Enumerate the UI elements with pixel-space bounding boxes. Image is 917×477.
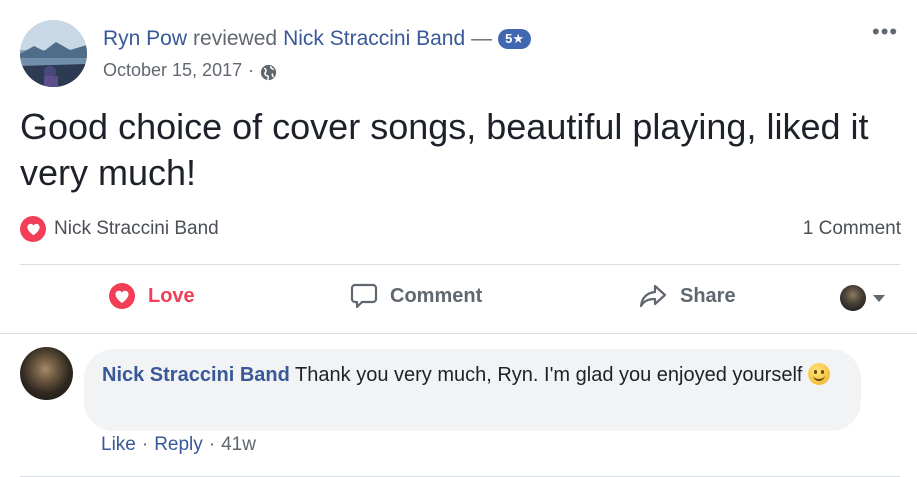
comment-like-button[interactable]: Like	[101, 434, 136, 456]
share-button[interactable]: Share	[638, 282, 736, 310]
smile-emoji-icon	[808, 363, 831, 385]
comment-separator: ·	[208, 434, 216, 455]
comment-button[interactable]: Comment	[350, 282, 482, 310]
comment-count-link[interactable]: 1 Comment	[803, 218, 901, 240]
comment-bubble-icon	[350, 283, 378, 309]
love-button[interactable]: Love	[108, 282, 195, 310]
comment-actions: Like · Reply · 41w	[101, 434, 256, 456]
review-text: Good choice of cover songs, beautiful pl…	[20, 106, 869, 193]
post-date-link[interactable]: October 15, 2017	[103, 57, 242, 83]
comment-body: Nick Straccini Band Thank you very much,…	[102, 361, 842, 390]
header-dash: —	[471, 27, 493, 50]
reviewed-label: reviewed	[193, 27, 278, 50]
author-avatar[interactable]	[20, 20, 87, 87]
post-meta: October 15, 2017 ·	[103, 57, 277, 83]
commenter-avatar[interactable]	[20, 347, 73, 400]
share-label: Share	[680, 284, 736, 307]
globe-icon[interactable]	[260, 62, 277, 80]
page-name-link[interactable]: Nick Straccini Band	[283, 25, 465, 53]
comment-text: Thank you very much, Ryn. I'm glad you e…	[295, 364, 803, 386]
love-heart-icon	[109, 283, 135, 309]
rating-badge: 5★	[498, 29, 532, 49]
comment-separator: ·	[141, 434, 149, 455]
current-user-avatar	[840, 285, 866, 311]
heart-icon	[20, 216, 46, 242]
post-header: Ryn Pow reviewed Nick Straccini Band — 5…	[103, 25, 532, 53]
love-label: Love	[148, 284, 195, 307]
divider	[20, 264, 900, 265]
comment-author-link[interactable]: Nick Straccini Band	[102, 364, 290, 386]
recommends-row: Nick Straccini Band	[20, 216, 219, 242]
comment-age[interactable]: 41w	[221, 434, 256, 456]
more-options-icon[interactable]: •••	[872, 21, 898, 43]
share-arrow-icon	[639, 284, 667, 308]
section-divider	[0, 333, 917, 334]
recommends-page-name[interactable]: Nick Straccini Band	[54, 218, 219, 240]
meta-separator: ·	[248, 60, 255, 80]
audience-selector[interactable]	[840, 285, 885, 311]
comment-label: Comment	[390, 284, 483, 307]
author-name-link[interactable]: Ryn Pow	[103, 25, 187, 53]
comment-reply-button[interactable]: Reply	[154, 434, 203, 456]
caret-down-icon	[873, 294, 885, 302]
avatar-landscape	[20, 20, 87, 87]
